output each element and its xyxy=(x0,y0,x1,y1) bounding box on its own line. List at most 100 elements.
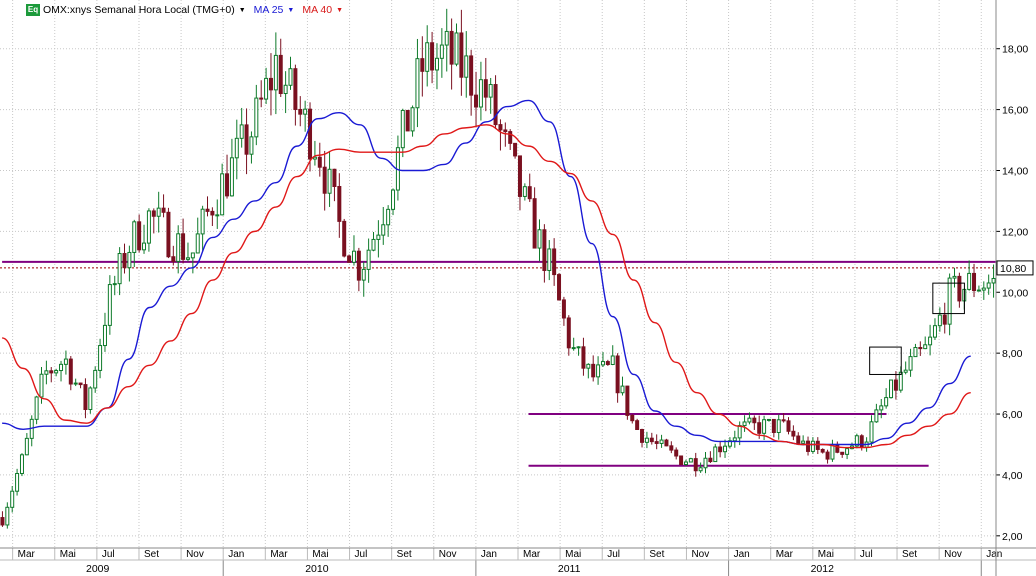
candle-body xyxy=(713,446,718,463)
candle-body xyxy=(972,272,977,291)
candle-body xyxy=(942,314,947,325)
candle-body xyxy=(967,272,972,290)
candle-body xyxy=(762,419,767,434)
candle-body xyxy=(581,346,586,369)
candle-body xyxy=(903,369,908,373)
x-tick-label: Mai xyxy=(60,549,76,560)
candle xyxy=(513,142,518,159)
candle-body xyxy=(561,299,566,319)
candle-body xyxy=(703,457,708,469)
candle-body xyxy=(210,210,215,216)
x-tick-label: Set xyxy=(144,549,159,560)
candle-body xyxy=(591,363,596,378)
candle-body xyxy=(757,422,762,434)
candle-body xyxy=(483,79,488,98)
candle-body xyxy=(234,137,239,159)
candle xyxy=(405,109,410,132)
candle-body xyxy=(190,252,195,259)
candle-body xyxy=(298,108,303,115)
candle-body xyxy=(625,385,630,416)
chevron-down-icon[interactable]: ▼ xyxy=(239,7,246,14)
last-price-label: 10,80 xyxy=(1000,263,1026,275)
candle-body xyxy=(332,168,337,188)
candle-body xyxy=(156,207,161,217)
candle-body xyxy=(952,275,957,279)
candle-body xyxy=(649,437,654,443)
candle-body xyxy=(654,441,659,444)
candle-body xyxy=(679,455,684,465)
candle-body xyxy=(957,275,962,302)
y-tick-label: 14,00 xyxy=(1002,165,1028,177)
candle-body xyxy=(229,157,234,197)
candle-body xyxy=(268,77,273,91)
candle-body xyxy=(635,420,640,430)
candle-body xyxy=(884,397,889,407)
x-tick-label: Jul xyxy=(102,549,115,560)
candle-body xyxy=(137,221,142,251)
candle-body xyxy=(366,249,371,270)
candle-body xyxy=(889,379,894,399)
y-tick-label: 16,00 xyxy=(1002,105,1028,117)
candle-body xyxy=(24,437,29,456)
chevron-down-icon[interactable]: ▼ xyxy=(336,7,343,14)
candle xyxy=(625,385,630,420)
candle-body xyxy=(688,458,693,463)
candle-body xyxy=(93,369,98,389)
candle-body xyxy=(244,124,249,155)
candle-body xyxy=(620,385,625,394)
candle-body xyxy=(981,287,986,291)
candle-body xyxy=(278,54,283,95)
candle-body xyxy=(317,156,322,168)
candle-body xyxy=(88,387,93,410)
candle-body xyxy=(718,446,723,453)
y-tick-label: 12,00 xyxy=(1002,226,1028,238)
candle-body xyxy=(386,208,391,226)
legend-ma-short: MA 25 xyxy=(253,4,284,16)
candle-body xyxy=(893,379,898,391)
x-tick-label: Nov xyxy=(439,549,457,560)
candle-body xyxy=(928,336,933,346)
y-tick-label: 2,00 xyxy=(1002,531,1023,543)
candle-body xyxy=(508,131,513,144)
candle-body xyxy=(776,419,781,434)
candle-body xyxy=(459,32,464,78)
candle-body xyxy=(132,221,137,253)
candle xyxy=(889,379,894,399)
candle-body xyxy=(151,210,156,217)
candle-body xyxy=(430,42,435,71)
candle-body xyxy=(195,233,200,254)
candle-body xyxy=(669,445,674,451)
year-label: 2011 xyxy=(558,563,581,575)
candle-body xyxy=(454,32,459,65)
candle-body xyxy=(391,189,396,210)
candle-body xyxy=(415,58,420,109)
candle-body xyxy=(68,358,73,385)
chevron-down-icon[interactable]: ▼ xyxy=(287,7,294,14)
candle-body xyxy=(908,356,913,371)
candle-body xyxy=(693,458,698,472)
candle xyxy=(854,433,859,449)
candle-body xyxy=(879,405,884,411)
candle-body xyxy=(674,449,679,457)
x-tick-label: Mar xyxy=(523,549,541,560)
candle-body xyxy=(571,347,576,350)
candle-body xyxy=(288,68,293,86)
candle-body xyxy=(742,421,747,427)
x-tick-label: Mar xyxy=(776,549,794,560)
candle-body xyxy=(142,242,147,251)
candle-body xyxy=(381,224,386,236)
candle-body xyxy=(351,250,356,263)
x-tick-label: Mai xyxy=(565,549,581,560)
candle-body xyxy=(54,370,59,374)
candle-body xyxy=(810,440,815,452)
candle-body xyxy=(0,517,5,526)
x-tick-label: Jan xyxy=(734,549,750,560)
candle-body xyxy=(117,253,122,285)
candle-body xyxy=(698,467,703,472)
candle-body xyxy=(659,439,664,444)
candle-body xyxy=(400,109,405,149)
candle-body xyxy=(806,440,811,452)
candle-body xyxy=(820,448,825,453)
candle-body xyxy=(239,124,244,139)
candle-body xyxy=(112,283,117,286)
